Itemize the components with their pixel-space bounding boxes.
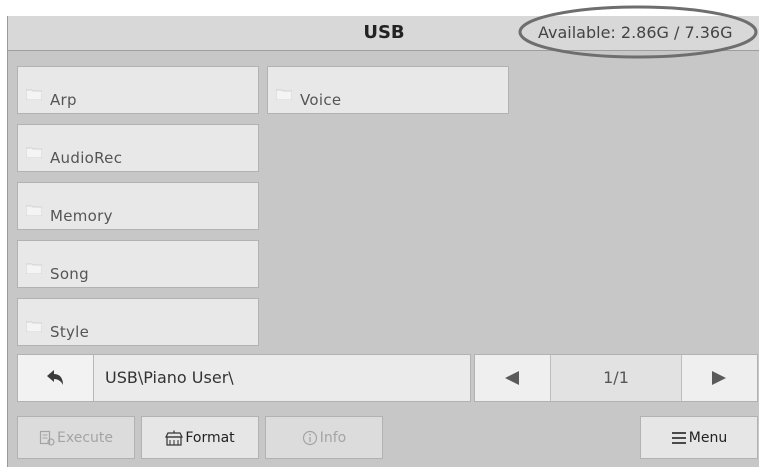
- execute-button[interactable]: Execute: [17, 416, 135, 459]
- folder-icon: [26, 205, 42, 216]
- folder-icon: [26, 263, 42, 274]
- title-bar: USB Available: 2.86G / 7.36G: [8, 16, 759, 51]
- execute-icon: [39, 430, 55, 446]
- triangle-left-icon: [505, 371, 519, 385]
- folder-label: AudioRec: [50, 149, 123, 167]
- folder-label: Voice: [300, 91, 342, 109]
- info-button[interactable]: Info: [265, 416, 383, 459]
- previous-page-button[interactable]: [475, 355, 551, 401]
- hamburger-icon: [671, 431, 686, 444]
- folder-label: Arp: [50, 91, 77, 109]
- format-icon: [165, 430, 184, 446]
- next-page-button[interactable]: [681, 355, 757, 401]
- info-label: Info: [319, 429, 347, 446]
- triangle-right-icon: [712, 371, 726, 385]
- folder-label: Song: [50, 265, 89, 283]
- folder-icon: [26, 147, 42, 158]
- folder-label: Memory: [50, 207, 113, 225]
- menu-label: Menu: [688, 429, 728, 446]
- folder-audiorec[interactable]: AudioRec: [17, 124, 259, 172]
- folder-icon: [26, 89, 42, 100]
- back-button[interactable]: [18, 355, 94, 401]
- back-arrow-icon: [47, 370, 63, 385]
- folder-voice[interactable]: Voice: [267, 66, 509, 114]
- folder-icon: [26, 321, 42, 332]
- format-label: Format: [185, 429, 235, 446]
- folder-arp[interactable]: Arp: [17, 66, 259, 114]
- folder-memory[interactable]: Memory: [17, 182, 259, 230]
- info-icon: [302, 430, 317, 445]
- folder-song[interactable]: Song: [17, 240, 259, 288]
- current-path: USB\Piano User\: [105, 368, 234, 387]
- execute-label: Execute: [57, 429, 113, 446]
- usb-screen: USB Available: 2.86G / 7.36G Arp AudioRe…: [7, 16, 759, 467]
- menu-button[interactable]: Menu: [640, 416, 758, 459]
- folder-icon: [276, 89, 292, 100]
- page-indicator: 1/1: [603, 368, 629, 387]
- folder-label: Style: [50, 323, 90, 341]
- pager: 1/1: [474, 354, 758, 402]
- path-bar: USB\Piano User\: [17, 354, 471, 402]
- folder-style[interactable]: Style: [17, 298, 259, 346]
- format-button[interactable]: Format: [141, 416, 259, 459]
- storage-available: Available: 2.86G / 7.36G: [538, 23, 733, 42]
